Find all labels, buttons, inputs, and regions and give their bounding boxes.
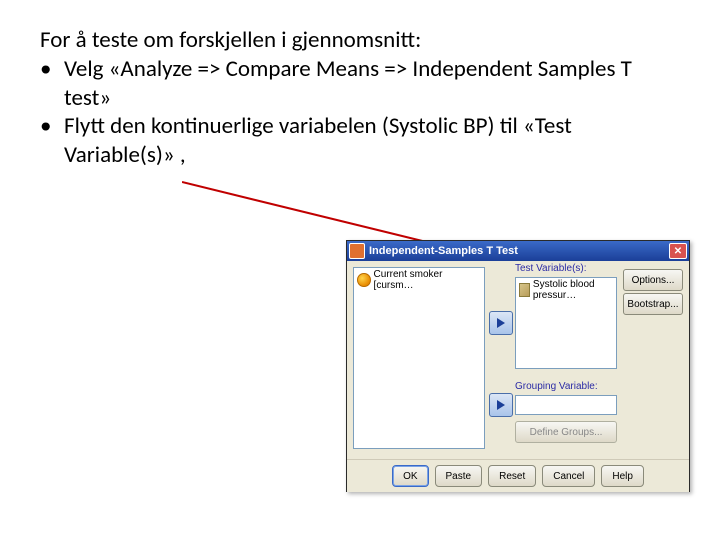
dialog-button-row: OK Paste Reset Cancel Help [347, 459, 689, 492]
grouping-variable-label: Grouping Variable: [515, 381, 598, 392]
options-button[interactable]: Options... [623, 269, 683, 291]
scale-icon [519, 283, 530, 297]
grouping-variable-field[interactable] [515, 395, 617, 415]
bullet-text: Flytt den kontinuerlige variabelen (Syst… [64, 112, 680, 170]
dialog-titlebar[interactable]: Independent-Samples T Test ✕ [347, 241, 689, 261]
cancel-button[interactable]: Cancel [542, 465, 595, 487]
spss-t-test-dialog: Independent-Samples T Test ✕ Current smo… [346, 240, 690, 492]
nominal-icon [357, 273, 371, 287]
reset-button[interactable]: Reset [488, 465, 536, 487]
define-groups-button[interactable]: Define Groups... [515, 421, 617, 443]
variable-label: Systolic blood pressur… [533, 279, 613, 301]
bullet-icon: • [40, 55, 64, 84]
variable-label: Current smoker [cursm… [374, 269, 481, 291]
list-item: Systolic blood pressur… [516, 278, 616, 302]
bootstrap-button[interactable]: Bootstrap... [623, 293, 683, 315]
paste-button[interactable]: Paste [435, 465, 483, 487]
test-variables-label: Test Variable(s): [515, 263, 587, 274]
list-item: Current smoker [cursm… [354, 268, 484, 292]
intro-line: For å teste om forskjellen i gjennomsnit… [40, 26, 680, 55]
bullet-text: Velg «Analyze => Compare Means => Indepe… [64, 55, 680, 113]
ok-button[interactable]: OK [392, 465, 428, 487]
bullet-icon: • [40, 112, 64, 141]
test-variable-list[interactable]: Systolic blood pressur… [515, 277, 617, 369]
dialog-title: Independent-Samples T Test [369, 245, 669, 257]
move-to-test-button[interactable] [489, 311, 513, 335]
close-button[interactable]: ✕ [669, 243, 687, 259]
source-variable-list[interactable]: Current smoker [cursm… [353, 267, 485, 449]
move-to-grouping-button[interactable] [489, 393, 513, 417]
instruction-text: For å teste om forskjellen i gjennomsnit… [40, 26, 680, 170]
help-button[interactable]: Help [601, 465, 644, 487]
app-icon [349, 243, 365, 259]
